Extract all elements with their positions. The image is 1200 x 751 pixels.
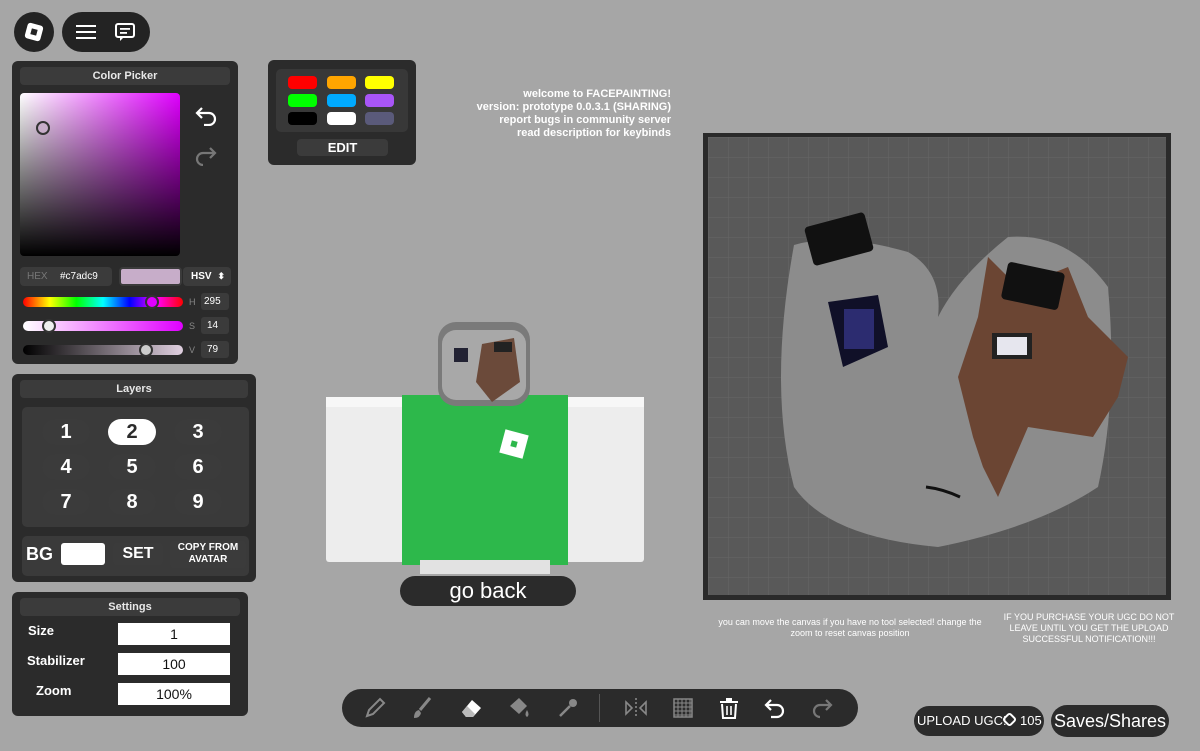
upload-label: UPLOAD UGC!: [917, 713, 1007, 728]
ugc-warning-note: IF YOU PURCHASE YOUR UGC DO NOT LEAVE UN…: [1003, 612, 1175, 644]
s-label: S: [189, 321, 196, 331]
avatar-body: [326, 322, 644, 574]
color-mode-value: HSV: [191, 271, 212, 282]
v-value: 79: [207, 344, 219, 355]
hue-slider[interactable]: [23, 295, 183, 309]
stabilizer-label: Stabilizer: [27, 653, 85, 668]
layers-title: Layers: [20, 380, 248, 398]
canvas-drawing: [708, 137, 1166, 595]
layer-button-8[interactable]: 8: [108, 489, 156, 515]
zoom-input[interactable]: 100%: [118, 683, 230, 705]
bg-label: BG: [26, 544, 53, 564]
canvas-surface[interactable]: [708, 137, 1166, 595]
size-label: Size: [28, 623, 55, 638]
saturation-slider[interactable]: [23, 319, 183, 333]
bucket-icon[interactable]: [507, 696, 531, 720]
hamburger-menu-icon[interactable]: [76, 24, 96, 40]
stabilizer-input[interactable]: 100: [118, 653, 230, 675]
palette-swatch-5[interactable]: [327, 94, 356, 107]
palette-swatch-4[interactable]: [288, 94, 317, 107]
roblox-logo-icon: [24, 22, 44, 42]
hex-field[interactable]: HEX #c7adc9: [20, 267, 112, 286]
copy-from-avatar-button[interactable]: COPY FROM AVATAR: [170, 541, 246, 568]
s-value-field[interactable]: 14: [201, 317, 229, 334]
pencil-icon[interactable]: [363, 696, 387, 720]
hex-label: HEX: [27, 271, 48, 282]
size-input[interactable]: 1: [118, 623, 230, 645]
color-picker-title: Color Picker: [20, 67, 230, 85]
avatar-preview: [324, 322, 646, 574]
layer-button-4[interactable]: 4: [42, 454, 90, 480]
toolbar-divider: [599, 694, 600, 722]
saturation-slider-knob[interactable]: [42, 319, 56, 333]
face-canvas[interactable]: [703, 133, 1171, 600]
sv-picker-knob[interactable]: [36, 121, 50, 135]
h-label: H: [189, 297, 196, 307]
saves-shares-button[interactable]: Saves/Shares: [1051, 705, 1169, 737]
v-label: V: [189, 345, 196, 355]
layer-button-1[interactable]: 1: [42, 419, 90, 445]
layer-button-2[interactable]: 2: [108, 419, 156, 445]
redo-icon[interactable]: [810, 696, 834, 720]
s-value: 14: [207, 320, 219, 331]
settings-title: Settings: [20, 598, 240, 616]
go-back-button[interactable]: go back: [400, 576, 576, 606]
selected-color-preview: [119, 267, 182, 286]
layer-button-3[interactable]: 3: [174, 419, 222, 445]
mirror-icon[interactable]: [624, 696, 648, 720]
upload-price: 105: [1020, 713, 1042, 728]
palette-swatch-8[interactable]: [327, 112, 356, 125]
info-text: welcome to FACEPAINTING! version: protot…: [440, 88, 671, 140]
welcome-text: welcome to FACEPAINTING!: [523, 88, 671, 100]
chevron-updown-icon: ⬍: [217, 271, 225, 281]
eyedropper-icon[interactable]: [556, 696, 580, 720]
keybinds-text: read description for keybinds: [516, 127, 671, 139]
palette-swatch-3[interactable]: [365, 76, 394, 89]
brush-icon[interactable]: [410, 696, 434, 720]
top-menu-bar: [62, 12, 150, 52]
v-value-field[interactable]: 79: [201, 341, 229, 358]
upload-ugc-button[interactable]: UPLOAD UGC! 105: [914, 706, 1044, 736]
picker-undo-icon[interactable]: [194, 104, 218, 127]
color-mode-select[interactable]: HSV ⬍: [183, 267, 231, 286]
grid-icon[interactable]: [671, 696, 695, 720]
h-value-field[interactable]: 295: [201, 293, 229, 310]
palette-swatch-2[interactable]: [327, 76, 356, 89]
undo-icon[interactable]: [763, 696, 787, 720]
version-text: version: prototype 0.0.3.1 (SHARING): [476, 101, 671, 113]
palette-edit-button[interactable]: EDIT: [297, 139, 388, 156]
layer-button-7[interactable]: 7: [42, 489, 90, 515]
eraser-icon[interactable]: [459, 696, 483, 720]
layer-button-5[interactable]: 5: [108, 454, 156, 480]
bugs-text: report bugs in community server: [499, 114, 671, 126]
palette-swatch-6[interactable]: [365, 94, 394, 107]
h-value: 295: [204, 296, 221, 307]
hex-value[interactable]: #c7adc9: [60, 267, 98, 286]
picker-redo-icon[interactable]: [194, 144, 218, 167]
layer-button-9[interactable]: 9: [174, 489, 222, 515]
copy-label-2: AVATAR: [188, 554, 228, 565]
palette-swatch-7[interactable]: [288, 112, 317, 125]
zoom-label: Zoom: [36, 683, 72, 698]
copy-label-1: COPY FROM: [177, 542, 239, 553]
canvas-move-note: you can move the canvas if you have no t…: [718, 617, 982, 638]
palette-swatch-9[interactable]: [365, 112, 394, 125]
chat-icon[interactable]: [114, 22, 136, 42]
roblox-menu-button[interactable]: [14, 12, 54, 52]
layer-button-6[interactable]: 6: [174, 454, 222, 480]
bg-set-button[interactable]: SET: [113, 543, 163, 565]
value-slider-knob[interactable]: [139, 343, 153, 357]
hue-slider-knob[interactable]: [145, 295, 159, 309]
palette-swatch-1[interactable]: [288, 76, 317, 89]
bg-color-swatch[interactable]: [61, 543, 105, 565]
trash-icon[interactable]: [717, 696, 741, 720]
saturation-value-square[interactable]: [20, 93, 180, 256]
value-slider[interactable]: [23, 343, 183, 357]
